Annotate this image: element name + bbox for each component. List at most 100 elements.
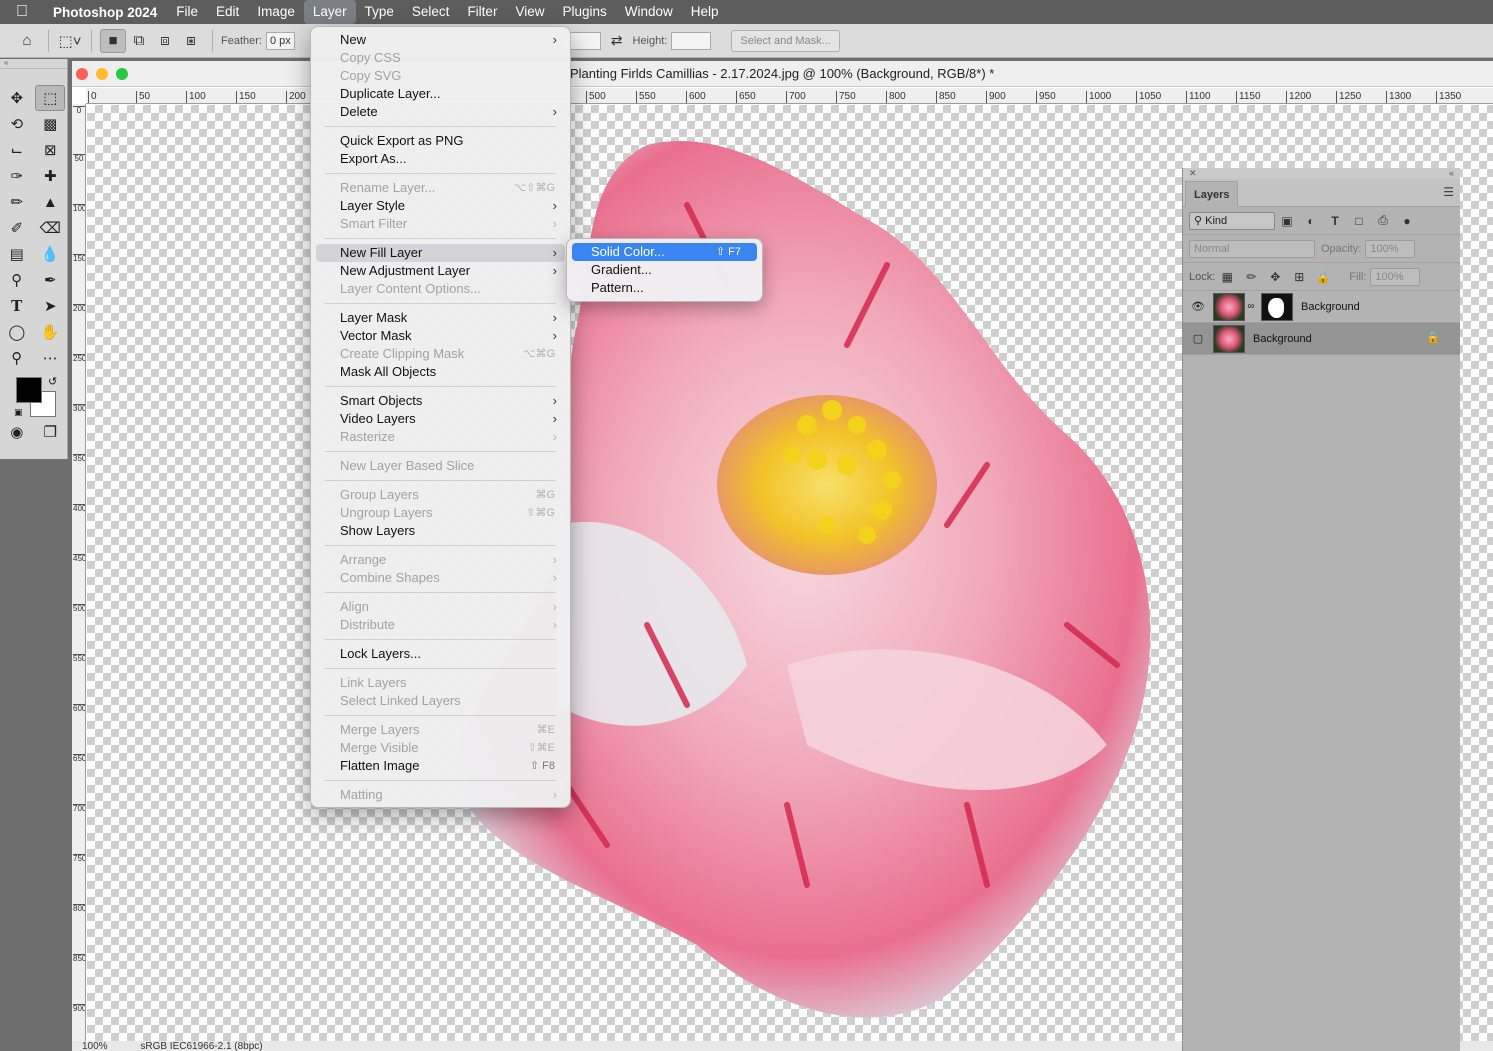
zoom-window-icon[interactable] — [116, 68, 128, 80]
menu-item-new[interactable]: New › — [316, 31, 565, 49]
gradient-tool-icon[interactable]: ▤ — [0, 241, 34, 267]
rectangular-marquee-tool-icon[interactable]: ⬚ — [35, 85, 65, 111]
menu-item-layer-mask[interactable]: Layer Mask › — [316, 309, 565, 327]
menu-layer[interactable]: Layer — [303, 0, 356, 24]
menu-item-layer-style[interactable]: Layer Style › — [316, 197, 565, 215]
crop-tool-icon[interactable]: ⌙ — [0, 137, 34, 163]
minimize-window-icon[interactable] — [96, 68, 108, 80]
marquee-preset-icon[interactable]: ⬚˅ — [57, 29, 83, 53]
menu-item-new-adjustment-layer[interactable]: New Adjustment Layer › — [316, 262, 565, 280]
lock-transparent-icon[interactable]: ▦ — [1215, 270, 1239, 284]
history-brush-tool-icon[interactable]: ✐ — [0, 215, 34, 241]
menu-item-group-layers[interactable]: Group Layers ⌘G — [316, 486, 565, 504]
menu-item-duplicate-layer[interactable]: Duplicate Layer... — [316, 85, 565, 103]
mask-link-icon[interactable]: ∞ — [1245, 301, 1257, 312]
menu-item-video-layers[interactable]: Video Layers › — [316, 410, 565, 428]
visibility-toggle-empty[interactable]: ▢ — [1183, 332, 1213, 345]
layer-row-selected[interactable]: ▢ Background 🔒 — [1183, 323, 1460, 355]
close-window-icon[interactable] — [76, 68, 88, 80]
tab-layers[interactable]: Layers — [1185, 181, 1239, 207]
menu-item-select-linked-layers[interactable]: Select Linked Layers — [316, 692, 565, 710]
hand-tool-icon[interactable]: ✋ — [34, 319, 68, 345]
screen-mode-icon[interactable]: ❐ — [34, 419, 68, 445]
height-input[interactable] — [671, 31, 712, 50]
menu-item-lock-layers[interactable]: Lock Layers... — [316, 645, 565, 663]
menu-plugins[interactable]: Plugins — [553, 0, 615, 24]
horizontal-ruler[interactable]: 0 50 100 150 200 500 550 600 650 700 750… — [86, 88, 1493, 104]
status-zoom[interactable]: 100% — [82, 1041, 108, 1051]
fill-field[interactable]: 100% — [1370, 267, 1421, 286]
apple-icon[interactable]:  — [0, 3, 44, 21]
path-selection-tool-icon[interactable]: ➤ — [34, 293, 68, 319]
type-tool-icon[interactable]: T — [0, 293, 34, 319]
pixel-filter-icon[interactable]: ▣ — [1275, 214, 1299, 228]
menu-item-smart-objects[interactable]: Smart Objects › — [316, 392, 565, 410]
menu-item-new-fill-layer[interactable]: New Fill Layer › — [316, 244, 565, 262]
menu-select[interactable]: Select — [403, 0, 459, 24]
submenu-item-gradient[interactable]: Gradient... — [572, 261, 757, 279]
clone-stamp-tool-icon[interactable]: ▲ — [34, 189, 68, 215]
menu-item-copy-svg[interactable]: Copy SVG — [316, 67, 565, 85]
eyedropper-tool-icon[interactable]: ✑ — [0, 163, 34, 189]
menu-help[interactable]: Help — [682, 0, 728, 24]
eraser-tool-icon[interactable]: ⌫ — [34, 215, 68, 241]
close-panel-icon[interactable]: ✕ — [1189, 168, 1197, 178]
menu-item-create-clipping-mask[interactable]: Create Clipping Mask ⌥⌘G — [316, 345, 565, 363]
dodge-tool-icon[interactable]: ⚲ — [0, 267, 34, 293]
subtract-from-selection-icon[interactable]: ⧈ — [152, 29, 178, 53]
feather-input[interactable]: 0 px — [265, 31, 295, 50]
menu-item-layer-content-options[interactable]: Layer Content Options... — [316, 280, 565, 298]
quick-mask-icon[interactable]: ◉ — [0, 419, 34, 445]
select-and-mask-button[interactable]: Select and Mask... — [731, 29, 840, 52]
ellipse-tool-icon[interactable]: ◯ — [0, 319, 34, 345]
layer-lock-icon[interactable]: 🔒 — [1426, 331, 1440, 344]
lock-artboard-icon[interactable]: ⊞ — [1287, 270, 1311, 284]
filter-toggle-icon[interactable]: ● — [1395, 214, 1419, 228]
submenu-item-pattern[interactable]: Pattern... — [572, 279, 757, 297]
menu-item-show-layers[interactable]: Show Layers — [316, 522, 565, 540]
menu-item-delete[interactable]: Delete › — [316, 103, 565, 121]
menu-item-matting[interactable]: Matting › — [316, 786, 565, 804]
move-tool-icon[interactable]: ✥ — [0, 85, 33, 111]
layer-mask-thumbnail[interactable] — [1261, 292, 1293, 321]
menu-item-distribute[interactable]: Distribute › — [316, 616, 565, 634]
menu-edit[interactable]: Edit — [207, 0, 248, 24]
menu-item-rename-layer[interactable]: Rename Layer... ⌥⇧⌘G — [316, 179, 565, 197]
menu-item-vector-mask[interactable]: Vector Mask › — [316, 327, 565, 345]
zoom-tool-icon[interactable]: ⚲ — [0, 345, 34, 371]
menu-item-rasterize[interactable]: Rasterize › — [316, 428, 565, 446]
lasso-tool-icon[interactable]: ⟲ — [0, 111, 34, 137]
healing-brush-tool-icon[interactable]: ✚ — [34, 163, 68, 189]
lock-all-icon[interactable]: 🔒 — [1311, 270, 1335, 284]
submenu-item-solid-color[interactable]: Solid Color... ⇧ F7 — [572, 243, 757, 261]
menu-view[interactable]: View — [506, 0, 553, 24]
pen-tool-icon[interactable]: ✒ — [34, 267, 68, 293]
menu-item-copy-css[interactable]: Copy CSS — [316, 49, 565, 67]
intersect-selection-icon[interactable]: ⧆ — [178, 29, 204, 53]
kind-filter-dropdown[interactable]: ⚲ Kind — [1189, 211, 1275, 230]
add-to-selection-icon[interactable]: ⧉ — [126, 29, 152, 53]
object-selection-tool-icon[interactable]: ▩ — [34, 111, 68, 137]
foreground-color-swatch[interactable] — [16, 377, 42, 403]
menu-item-merge-visible[interactable]: Merge Visible ⇧⌘E — [316, 739, 565, 757]
vertical-ruler[interactable]: 0 50 100 150 200 250 300 350 400 450 500… — [72, 104, 86, 1051]
layer-thumbnail[interactable] — [1213, 324, 1245, 353]
app-name-menu[interactable]: Photoshop 2024 — [44, 5, 167, 20]
menu-item-quick-export-as-png[interactable]: Quick Export as PNG — [316, 132, 565, 150]
menu-item-ungroup-layers[interactable]: Ungroup Layers ⇧⌘G — [316, 504, 565, 522]
default-colors-icon[interactable]: ▣ — [14, 407, 23, 418]
panel-grip[interactable]: « — [0, 59, 67, 69]
menu-item-export-as[interactable]: Export As... — [316, 150, 565, 168]
layer-name[interactable]: Background — [1301, 301, 1360, 313]
opacity-field[interactable]: 100% — [1365, 239, 1416, 258]
home-icon[interactable]: ⌂ — [14, 29, 40, 53]
brush-tool-icon[interactable]: ✏ — [0, 189, 34, 215]
adjustment-filter-icon[interactable]: ◐ — [1299, 214, 1323, 228]
frame-tool-icon[interactable]: ⊠ — [34, 137, 68, 163]
menu-item-align[interactable]: Align › — [316, 598, 565, 616]
shape-filter-icon[interactable]: □ — [1347, 214, 1371, 228]
smart-object-filter-icon[interactable]: ⎙ — [1371, 213, 1395, 228]
type-filter-icon[interactable]: T — [1323, 214, 1347, 228]
menu-item-flatten-image[interactable]: Flatten Image ⇧ F8 — [316, 757, 565, 775]
menu-item-smart-filter[interactable]: Smart Filter › — [316, 215, 565, 233]
